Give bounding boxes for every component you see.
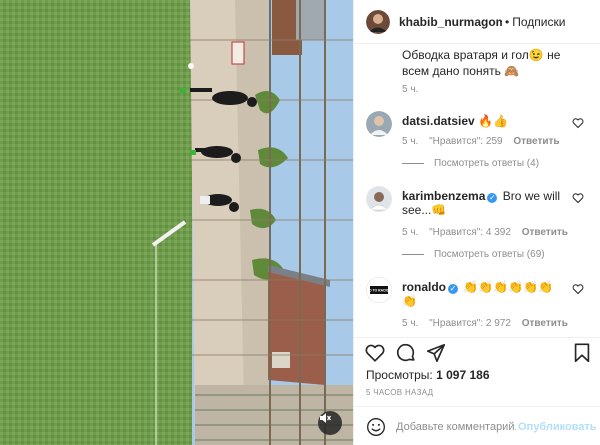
caption-time[interactable]: 5 ч. — [402, 84, 418, 95]
comment-likes[interactable]: "Нравится": 2 972 — [429, 318, 511, 329]
comment-icon[interactable] — [395, 342, 417, 364]
reply-button[interactable]: Ответить — [522, 318, 568, 329]
comment-username[interactable]: karimbenzema — [402, 189, 485, 203]
avatar-text: NO TO RACISM — [367, 289, 392, 293]
comment-username[interactable]: ronaldo — [402, 280, 446, 294]
comment-input[interactable] — [396, 420, 516, 433]
post-header: khabib_nurmagomedov • Подписки — [354, 0, 600, 44]
header-separator: • — [505, 14, 510, 29]
reply-button[interactable]: Ответить — [522, 227, 568, 238]
comment-meta: 5 ч. "Нравится": 2 972 Ответить — [402, 318, 576, 329]
comment-body: datsi.datsiev 🔥👍 — [402, 114, 562, 128]
commenter-avatar[interactable] — [366, 186, 392, 212]
post-timestamp[interactable]: 5 ЧАСОВ НАЗАД — [366, 388, 433, 397]
emoji-icon[interactable] — [366, 417, 386, 437]
speaker-muted-icon — [320, 413, 332, 423]
comment-likes[interactable]: "Нравится": 4 392 — [429, 227, 511, 238]
replies-divider — [402, 254, 424, 255]
verified-badge-icon: ✓ — [487, 193, 498, 203]
author-avatar[interactable] — [366, 9, 390, 34]
comment-meta: 5 ч. "Нравится": 4 392 Ответить — [402, 227, 576, 238]
views-value: 1 097 186 — [436, 368, 490, 382]
post-actions: Просмотры: 1 097 186 5 ЧАСОВ НАЗАД Опубл… — [354, 337, 600, 445]
comment-like-icon[interactable] — [572, 117, 584, 129]
reply-button[interactable]: Ответить — [513, 136, 559, 147]
comment-text: 🔥👍 — [478, 114, 508, 128]
share-icon[interactable] — [425, 342, 447, 364]
comment-body: karimbenzema ✓ Bro we will see...👊 — [402, 189, 562, 217]
comments-list: Обводка вратаря и гол😉 не всем дано поня… — [354, 45, 600, 337]
view-replies-button[interactable]: Посмотреть ответы (69) — [402, 249, 545, 260]
comment-likes[interactable]: "Нравится": 259 — [429, 136, 502, 147]
author-username[interactable]: khabib_nurmagomedov — [399, 15, 502, 29]
comment-time[interactable]: 5 ч. — [402, 227, 418, 238]
views-count: Просмотры: 1 097 186 — [366, 368, 490, 382]
commenter-avatar[interactable]: NO TO RACISM — [366, 277, 392, 303]
comment-meta: 5 ч. "Нравится": 259 Ответить — [402, 136, 568, 147]
caption-text: Обводка вратаря и гол😉 не всем дано поня… — [402, 48, 561, 78]
following-button[interactable]: Подписки — [512, 15, 565, 29]
heart-icon[interactable] — [364, 342, 386, 364]
post-video[interactable] — [0, 0, 353, 445]
comment-body: ronaldo ✓ 👏👏👏👏👏👏👏 — [402, 280, 562, 308]
comment-like-icon[interactable] — [572, 283, 584, 295]
commenter-avatar[interactable] — [366, 111, 392, 137]
view-replies-label: Посмотреть ответы (69) — [434, 249, 545, 260]
add-comment-bar: Опубликовать — [354, 406, 600, 445]
comment-like-icon[interactable] — [572, 192, 584, 204]
views-label: Просмотры: — [366, 368, 433, 382]
bookmark-icon[interactable] — [571, 342, 593, 364]
video-frame — [0, 0, 353, 445]
verified-badge-icon: ✓ — [448, 284, 458, 294]
comment-username[interactable]: datsi.datsiev — [402, 114, 475, 128]
comment-time[interactable]: 5 ч. — [402, 136, 418, 147]
comment-time[interactable]: 5 ч. — [402, 318, 418, 329]
view-replies-label: Посмотреть ответы (4) — [434, 158, 540, 169]
post-panel: khabib_nurmagomedov • Подписки Обводка в… — [353, 0, 600, 445]
replies-divider — [402, 163, 424, 164]
view-replies-button[interactable]: Посмотреть ответы (4) — [402, 158, 539, 169]
publish-button[interactable]: Опубликовать — [518, 421, 597, 433]
mute-button[interactable] — [318, 411, 342, 435]
